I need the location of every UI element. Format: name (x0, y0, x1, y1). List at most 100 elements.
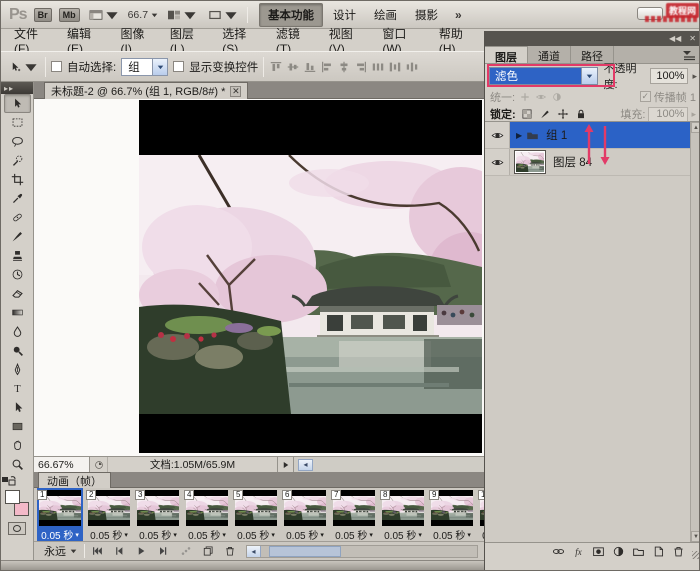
layer-thumbnail[interactable] (514, 150, 546, 174)
tool-lasso[interactable] (4, 132, 31, 151)
loop-count-dropdown[interactable]: 永远 (38, 543, 83, 559)
tool-gradient[interactable] (4, 303, 31, 322)
layer-mask-button[interactable] (592, 545, 605, 558)
tool-path-selection[interactable] (4, 398, 31, 417)
tool-clone-stamp[interactable] (4, 246, 31, 265)
quick-mask-button[interactable] (8, 522, 26, 535)
arrange-documents-button[interactable] (165, 8, 199, 22)
lock-transparency-button[interactable] (521, 108, 533, 120)
play-button[interactable] (130, 544, 152, 559)
animation-frame-3[interactable]: 30.05 秒▾ (135, 490, 181, 541)
frame-delay-dropdown[interactable]: 0.05 秒▾ (331, 527, 377, 541)
document-image[interactable] (139, 100, 482, 453)
screen-mode-button[interactable] (206, 8, 240, 22)
bridge-button[interactable]: Br (34, 8, 52, 22)
previous-frame-button[interactable] (108, 544, 130, 559)
unify-position-button[interactable] (519, 91, 531, 103)
close-document-icon[interactable]: ✕ (230, 86, 241, 97)
tool-crop[interactable] (4, 170, 31, 189)
frame-delay-dropdown[interactable]: 0.05 秒▾ (429, 527, 475, 541)
lock-pixels-button[interactable] (539, 108, 551, 120)
zoom-level-control[interactable]: 66.7 (128, 9, 158, 21)
layer-row-2[interactable]: 图层 84 (485, 149, 700, 176)
align-align-horizontal-centers-button[interactable] (337, 60, 351, 74)
align-align-right-edges-button[interactable] (354, 60, 368, 74)
tween-button[interactable] (175, 544, 197, 559)
animation-frame-5[interactable]: 50.05 秒▾ (233, 490, 279, 541)
document-tab[interactable]: 未标题-2 @ 66.7% (组 1, RGB/8#) * ✕ (44, 82, 248, 99)
align-distribute-right-button[interactable] (405, 60, 419, 74)
unify-style-button[interactable] (551, 91, 563, 103)
scroll-down-icon[interactable]: ▼ (691, 531, 700, 542)
blend-mode-dropdown[interactable]: 滤色 (489, 67, 598, 85)
new-group-button[interactable] (632, 545, 645, 558)
resize-grip[interactable] (692, 551, 700, 559)
animation-frame-9[interactable]: 90.05 秒▾ (429, 490, 475, 541)
auto-select-dropdown[interactable]: 组 (121, 58, 168, 76)
tools-panel-header[interactable]: ▸▸ (1, 82, 33, 94)
close-panel-icon[interactable]: ✕ (689, 34, 696, 43)
dropdown-button[interactable] (581, 68, 597, 84)
auto-select-checkbox[interactable] (51, 61, 62, 72)
align-align-vertical-centers-button[interactable] (286, 60, 300, 74)
panel-menu-icon[interactable] (681, 49, 697, 61)
delete-layer-button[interactable] (672, 545, 685, 558)
frame-delay-dropdown[interactable]: 0.05 秒▾ (282, 527, 328, 541)
layer-visibility-toggle[interactable] (485, 122, 510, 148)
animation-frame-8[interactable]: 80.05 秒▾ (380, 490, 426, 541)
panel-tab-通道[interactable]: 通道 (528, 46, 571, 63)
fill-spinner-icon[interactable]: ▸ (691, 109, 696, 120)
swap-colors-icon[interactable] (1, 476, 17, 486)
frame-delay-dropdown[interactable]: 0.05 秒▾ (380, 527, 426, 541)
scroll-left-icon[interactable]: ◂ (247, 546, 261, 557)
tool-brush[interactable] (4, 227, 31, 246)
duplicate-frame-button[interactable] (197, 544, 219, 559)
status-menu-button[interactable] (278, 457, 294, 472)
collapse-panels-icon[interactable]: ◀◀ (669, 34, 681, 43)
workspace-overflow-button[interactable]: » (455, 8, 462, 22)
frame-delay-dropdown[interactable]: 0.05 秒▾ (184, 527, 230, 541)
document-size-info[interactable]: 文档:1.05M/65.9M (108, 457, 278, 472)
tool-dodge[interactable] (4, 341, 31, 360)
animation-frame-4[interactable]: 40.05 秒▾ (184, 490, 230, 541)
link-layers-button[interactable] (552, 545, 565, 558)
tool-rectangle[interactable] (4, 417, 31, 436)
animation-frame-2[interactable]: 20.05 秒▾ (86, 490, 132, 541)
animation-tab[interactable]: 动画（帧） (38, 472, 111, 488)
align-distribute-hcenter-button[interactable] (388, 60, 402, 74)
first-frame-button[interactable] (86, 544, 108, 559)
tool-blur[interactable] (4, 322, 31, 341)
propagate-frame-checkbox[interactable]: ✓ (640, 91, 651, 102)
tool-move[interactable] (4, 94, 31, 113)
scroll-left-icon[interactable]: ◂ (298, 459, 313, 471)
unify-visibility-button[interactable] (535, 91, 547, 103)
horizontal-scrollbar[interactable]: ◂ (294, 457, 484, 472)
animation-frame-7[interactable]: 70.05 秒▾ (331, 490, 377, 541)
fill-value-field[interactable]: 100% (648, 107, 688, 122)
new-layer-button[interactable] (652, 545, 665, 558)
animation-frame-6[interactable]: 60.05 秒▾ (282, 490, 328, 541)
opacity-spinner-icon[interactable]: ▸ (692, 71, 697, 82)
adjustment-layer-button[interactable] (612, 545, 625, 558)
frame-delay-dropdown[interactable]: 0.05 秒▾ (86, 527, 132, 541)
show-transform-checkbox[interactable] (173, 61, 184, 72)
tool-eyedropper[interactable] (4, 189, 31, 208)
tool-spot-healing[interactable] (4, 208, 31, 227)
align-align-top-edges-button[interactable] (269, 60, 283, 74)
status-zoom-field[interactable]: 66.67% (34, 457, 90, 472)
tool-eraser[interactable] (4, 284, 31, 303)
animation-frame-1[interactable]: 10.05 秒▾ (37, 490, 83, 541)
tool-pen[interactable] (4, 360, 31, 379)
canvas-area[interactable] (34, 99, 484, 456)
tool-quick-selection[interactable] (4, 151, 31, 170)
view-extras-button[interactable] (87, 8, 121, 22)
opacity-value-field[interactable]: 100% (650, 68, 688, 84)
lock-all-button[interactable] (575, 108, 587, 120)
background-color-swatch[interactable] (14, 502, 29, 516)
tool-hand[interactable] (4, 436, 31, 455)
tool-type[interactable]: T (4, 379, 31, 398)
align-align-bottom-edges-button[interactable] (303, 60, 317, 74)
mini-bridge-button[interactable]: Mb (59, 8, 80, 22)
dropdown-button[interactable] (152, 59, 167, 75)
layer-row-1[interactable]: ▶组 1 (485, 122, 700, 149)
